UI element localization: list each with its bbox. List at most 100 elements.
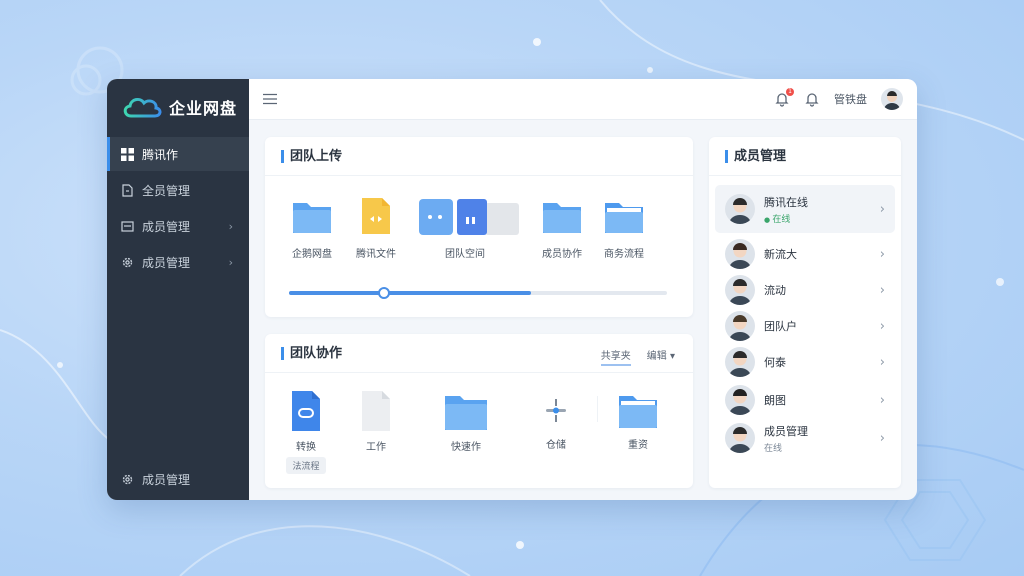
folder-icon — [121, 220, 134, 232]
file-tile[interactable]: 工作 — [341, 390, 411, 453]
member-row[interactable]: 成员管理在线 › — [715, 421, 895, 455]
user-avatar[interactable] — [881, 88, 903, 110]
member-text: 新流大 — [764, 246, 797, 262]
member-row[interactable]: 何泰 › — [715, 345, 895, 379]
chevron-right-icon: › — [879, 354, 885, 370]
member-name: 朗图 — [764, 394, 786, 407]
sidebar-footer-label: 成员管理 — [142, 473, 191, 487]
file-tile[interactable]: 仓储 — [521, 396, 591, 451]
chevron-right-icon: › — [879, 318, 885, 334]
vertical-divider — [597, 396, 598, 422]
progress-fill — [289, 291, 531, 295]
notification-bell-icon[interactable]: 1 — [774, 88, 794, 107]
sidebar-item-1[interactable]: 腾讯作 — [107, 137, 249, 171]
sidebar-item-label: 全员管理 — [142, 183, 191, 198]
menu-icon[interactable] — [263, 93, 277, 105]
file-tile[interactable]: 成员协作 — [527, 199, 597, 260]
stacked-files-icon — [419, 199, 519, 235]
sidebar: 企业网盘 腾讯作 全员管理 成员管理 › 成员管理 › 成员管理 — [107, 79, 249, 500]
file-label: 团队空间 — [445, 249, 485, 260]
upload-progress-bar[interactable] — [289, 287, 667, 299]
chevron-down-icon: ▾ — [669, 351, 675, 362]
avatar — [725, 385, 755, 415]
member-text: 团队户 — [764, 318, 797, 334]
tab-edit[interactable]: 编辑 ▾ — [647, 347, 675, 366]
notification-badge: 1 — [786, 88, 794, 96]
chevron-right-icon: › — [228, 219, 233, 233]
file-tile[interactable]: 企鹅网盘 — [277, 199, 347, 260]
brand-name: 企业网盘 — [169, 99, 238, 118]
upload-card: 团队上传 企鹅网盘 腾讯文件 团队空间 成员协作 商务流程 — [265, 137, 693, 317]
topbar: 1 管铁盘 — [249, 79, 917, 120]
member-name: 何泰 — [764, 356, 786, 369]
member-row[interactable]: 流动 › — [715, 273, 895, 307]
file-label: 仓储 — [546, 440, 566, 451]
file-tile[interactable]: 转换 法流程 — [271, 390, 341, 474]
member-row[interactable]: 团队户 › — [715, 309, 895, 343]
brand[interactable]: 企业网盘 — [107, 79, 249, 135]
member-status: 在线 — [764, 443, 783, 454]
sidebar-item-label: 腾讯作 — [142, 147, 179, 162]
file-tile[interactable]: 重资 — [603, 392, 673, 451]
cloud-logo-icon — [123, 97, 162, 118]
file-label: 转换 — [296, 442, 316, 453]
tab-edit-label: 编辑 — [646, 351, 667, 362]
member-text: 流动 — [764, 282, 786, 298]
upload-title: 团队上传 — [281, 150, 342, 163]
main-area: 1 管铁盘 团队上传 企鹅网盘 腾讯文件 团队空间 成员协作 商务流程 团队协作… — [249, 79, 917, 500]
user-name[interactable]: 管铁盘 — [834, 91, 867, 107]
sidebar-item-2[interactable]: 全员管理 — [107, 173, 249, 207]
tag-chip: 法流程 — [286, 457, 326, 474]
progress-slider-handle[interactable] — [377, 287, 390, 299]
member-text: 朗图 — [764, 392, 786, 408]
member-name: 团队户 — [764, 320, 797, 333]
members-title: 成员管理 — [725, 150, 786, 163]
member-text: 成员管理 在线 — [764, 423, 808, 454]
blank-document-icon — [362, 391, 390, 431]
sidebar-item-3[interactable]: 成员管理 › — [107, 209, 249, 243]
chevron-right-icon: › — [879, 201, 885, 217]
chevron-right-icon: › — [879, 430, 885, 446]
chevron-right-icon: › — [228, 255, 233, 269]
blue-document-icon — [292, 391, 320, 431]
sidebar-footer-settings[interactable]: 成员管理 — [121, 471, 190, 488]
chevron-right-icon: › — [879, 246, 885, 262]
members-card: 成员管理 腾讯在线在线›新流大›流动›团队户›何泰›朗图›成员管理在线› — [709, 137, 901, 488]
member-row[interactable]: 新流大 › — [715, 237, 895, 271]
tab-shared[interactable]: 共享夹 — [600, 347, 631, 366]
tools-icon — [546, 399, 566, 422]
topbar-actions: 1 管铁盘 — [774, 88, 903, 110]
divider — [265, 175, 693, 176]
open-folder-icon — [605, 203, 643, 233]
member-status: 在线 — [764, 212, 808, 225]
file-label: 商务流程 — [604, 249, 644, 260]
bell-icon[interactable] — [804, 91, 820, 107]
file-tile[interactable]: 腾讯文件 — [341, 197, 411, 260]
file-tile[interactable]: 团队空间 — [415, 197, 519, 260]
file-label: 工作 — [366, 442, 386, 453]
grid-icon — [121, 147, 134, 161]
file-tile[interactable]: 快速作 — [431, 392, 501, 453]
sidebar-item-4[interactable]: 成员管理 › — [107, 245, 249, 279]
document-icon — [362, 198, 390, 234]
file-tile[interactable]: 商务流程 — [589, 199, 659, 260]
file-icon — [122, 183, 133, 197]
sidebar-nav: 腾讯作 全员管理 成员管理 › 成员管理 › — [107, 137, 249, 279]
chevron-right-icon: › — [879, 392, 885, 408]
app-window: 企业网盘 腾讯作 全员管理 成员管理 › 成员管理 › 成员管理 1 管铁盘 团… — [107, 79, 917, 500]
chevron-right-icon: › — [879, 282, 885, 298]
member-name: 流动 — [764, 284, 786, 297]
member-row[interactable]: 腾讯在线在线 › — [715, 185, 895, 233]
member-name: 成员管理 — [764, 424, 808, 438]
collab-title: 团队协作 — [281, 347, 342, 360]
sidebar-item-label: 成员管理 — [142, 255, 191, 270]
member-row[interactable]: 朗图 › — [715, 383, 895, 417]
file-label: 腾讯文件 — [356, 249, 396, 260]
sidebar-item-label: 成员管理 — [142, 219, 191, 234]
collab-tabs: 共享夹 编辑 ▾ — [600, 347, 675, 366]
avatar — [725, 275, 755, 305]
avatar — [725, 347, 755, 377]
gear-icon — [122, 257, 133, 267]
file-label: 重资 — [628, 440, 648, 451]
file-label: 成员协作 — [542, 249, 582, 260]
